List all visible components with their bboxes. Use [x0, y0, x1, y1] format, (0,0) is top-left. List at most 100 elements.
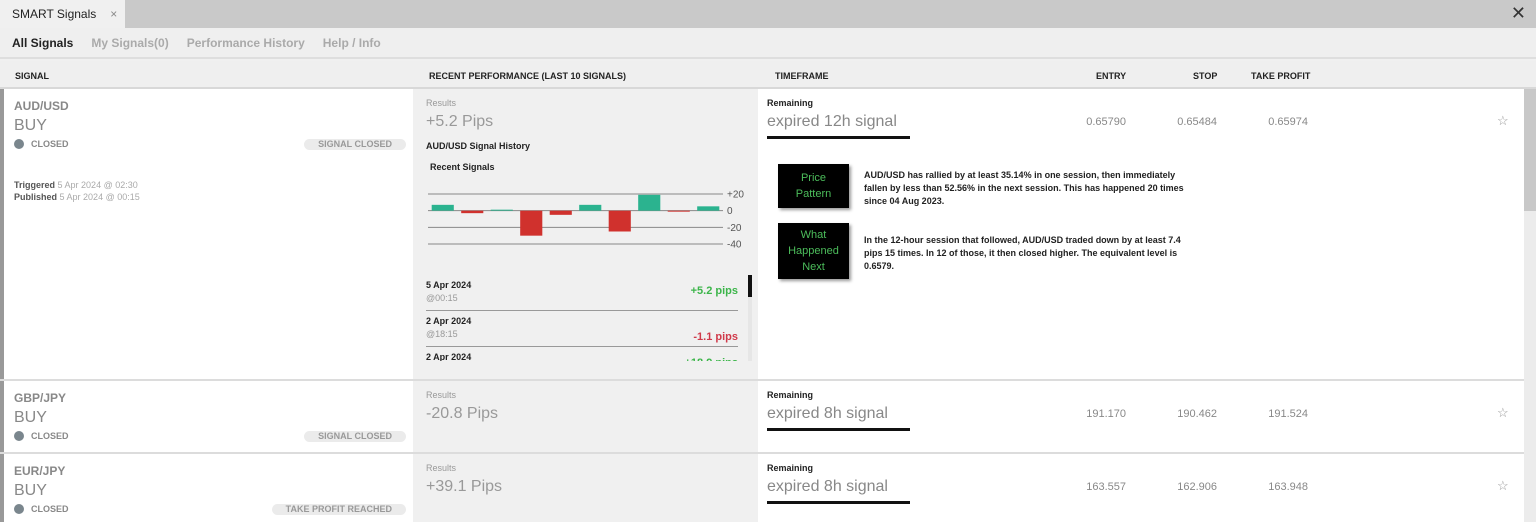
signal-history-title: AUD/USD Signal History [426, 141, 531, 151]
signal-row[interactable]: GBP/JPY BUY CLOSED SIGNAL CLOSED Results… [0, 381, 1524, 454]
history-date: 2 Apr 2024 [426, 352, 472, 361]
remaining-value: expired 8h signal [767, 405, 888, 422]
history-item[interactable]: 5 Apr 2024 @00:15 +5.2 pips [426, 275, 738, 311]
results-value: +5.2 Pips [426, 113, 494, 130]
favorite-star-icon[interactable]: ☆ [1497, 405, 1509, 421]
row-indicator [0, 89, 4, 379]
chart-bar[interactable] [667, 210, 690, 212]
main-scrollbar[interactable] [1524, 89, 1536, 522]
favorite-star-icon[interactable]: ☆ [1497, 113, 1509, 129]
col-recent-performance: RECENT PERFORMANCE (LAST 10 SIGNALS) [429, 71, 627, 81]
history-date: 2 Apr 2024 [426, 316, 472, 326]
direction: BUY [14, 482, 47, 499]
tab-smart-signals[interactable]: SMART Signals × [0, 0, 125, 28]
status-label: CLOSED [31, 431, 69, 441]
triggered-time: Triggered 5 Apr 2024 @ 02:30 [14, 180, 138, 190]
price-pattern-label: Price Pattern [778, 164, 849, 208]
remaining-label: Remaining [767, 463, 814, 473]
pair-name: EUR/JPY [14, 464, 66, 478]
history-item[interactable]: 2 Apr 2024 @18:15 -1.1 pips [426, 311, 738, 347]
nav-help-info[interactable]: Help / Info [323, 36, 381, 50]
what-happened-next-text: What Happened Next [788, 229, 839, 273]
published-value: 5 Apr 2024 @ 00:15 [59, 192, 140, 202]
history-time: @18:15 [426, 329, 458, 339]
price-pattern-description: AUD/USD has rallied by at least 35.14% i… [864, 170, 1184, 206]
recent-performance-cell: Results -20.8 Pips [413, 381, 758, 452]
remaining-value: expired 8h signal [767, 478, 888, 495]
history-pips: -1.1 pips [693, 331, 738, 343]
status: CLOSED [14, 139, 69, 149]
history-date: 5 Apr 2024 [426, 280, 472, 290]
history-time: @00:15 [426, 293, 458, 303]
recent-signals-chart: +20 0 -20 -40 [428, 190, 744, 251]
nav-my-signals[interactable]: My Signals(0) [91, 36, 168, 50]
results-value: -20.8 Pips [426, 405, 499, 422]
chart-bar[interactable] [490, 209, 513, 211]
row-indicator [0, 381, 4, 452]
results-label: Results [426, 98, 457, 108]
status-dot-icon [14, 431, 24, 441]
results-label: Results [426, 463, 457, 473]
history-scrollbar[interactable] [748, 275, 752, 361]
stop-value: 162.906 [1177, 481, 1217, 493]
pair-name: AUD/USD [14, 99, 69, 113]
tab-close-icon[interactable]: × [110, 7, 117, 21]
y-tick-label: +20 [727, 190, 744, 201]
y-tick-label: -40 [727, 240, 742, 251]
stop-value: 0.65484 [1177, 116, 1217, 128]
recent-signals-label: Recent Signals [430, 162, 495, 172]
remaining-label: Remaining [767, 98, 814, 108]
take-profit-value: 191.524 [1268, 408, 1308, 420]
main-scrollbar-thumb[interactable] [1524, 89, 1536, 211]
signal-list: AUD/USD BUY CLOSED SIGNAL CLOSED Trigger… [0, 89, 1524, 522]
sub-navigation: All Signals My Signals(0) Performance Hi… [0, 28, 1536, 59]
window-close-icon[interactable]: ✕ [1511, 4, 1526, 22]
published-label: Published [14, 192, 58, 202]
triggered-value: 5 Apr 2024 @ 02:30 [57, 180, 138, 190]
y-tick-label: 0 [727, 206, 733, 217]
favorite-star-icon[interactable]: ☆ [1497, 478, 1509, 494]
results-value: +39.1 Pips [426, 478, 503, 495]
chart-bar[interactable] [431, 204, 454, 211]
col-entry: ENTRY [1096, 71, 1127, 81]
chart-bar[interactable] [638, 194, 661, 211]
chart-bar[interactable] [579, 204, 602, 211]
history-scrollbar-thumb[interactable] [748, 275, 752, 297]
entry-value: 191.170 [1086, 408, 1126, 420]
status-dot-icon [14, 139, 24, 149]
chart-bar[interactable] [608, 210, 631, 232]
history-pips: +5.2 pips [690, 285, 738, 297]
col-timeframe: TIMEFRAME [775, 71, 829, 81]
chart-bar[interactable] [549, 210, 572, 215]
status: CLOSED [14, 431, 69, 441]
nav-performance-history[interactable]: Performance History [187, 36, 305, 50]
remaining-label: Remaining [767, 390, 814, 400]
history-list[interactable]: 5 Apr 2024 @00:15 +5.2 pips 2 Apr 2024 @18:1… [426, 275, 738, 361]
published-time: Published 5 Apr 2024 @ 00:15 [14, 192, 140, 202]
signal-row[interactable]: AUD/USD BUY CLOSED SIGNAL CLOSED Trigger… [0, 89, 1524, 381]
status-badge: TAKE PROFIT REACHED [271, 504, 406, 515]
status: CLOSED [14, 504, 69, 514]
stop-value: 190.462 [1177, 408, 1217, 420]
what-happened-next-label: What Happened Next [778, 223, 849, 279]
chart-bar[interactable] [461, 210, 484, 214]
price-pattern-text: Price Pattern [795, 172, 832, 200]
remaining-bar [767, 428, 910, 431]
history-item[interactable]: 2 Apr 2024 +18.9 pips [426, 347, 738, 361]
status-badge: SIGNAL CLOSED [304, 431, 406, 442]
take-profit-value: 163.948 [1268, 481, 1308, 493]
remaining-bar [767, 501, 910, 504]
nav-all-signals[interactable]: All Signals [12, 36, 73, 50]
col-take-profit: TAKE PROFIT [1251, 71, 1311, 81]
remaining-value: expired 12h signal [767, 113, 897, 130]
chart-bar[interactable] [520, 210, 543, 236]
signal-row[interactable]: EUR/JPY BUY CLOSED TAKE PROFIT REACHED R… [0, 454, 1524, 522]
status-badge: SIGNAL CLOSED [304, 139, 406, 150]
status-dot-icon [14, 504, 24, 514]
tab-bar: SMART Signals × ✕ [0, 0, 1536, 28]
what-happened-next-description: In the 12-hour session that followed, AU… [864, 235, 1181, 271]
chart-bar[interactable] [697, 206, 720, 211]
col-signal: SIGNAL [15, 71, 50, 81]
column-header: SIGNAL RECENT PERFORMANCE (LAST 10 SIGNA… [0, 61, 1536, 89]
col-stop: STOP [1193, 71, 1218, 81]
